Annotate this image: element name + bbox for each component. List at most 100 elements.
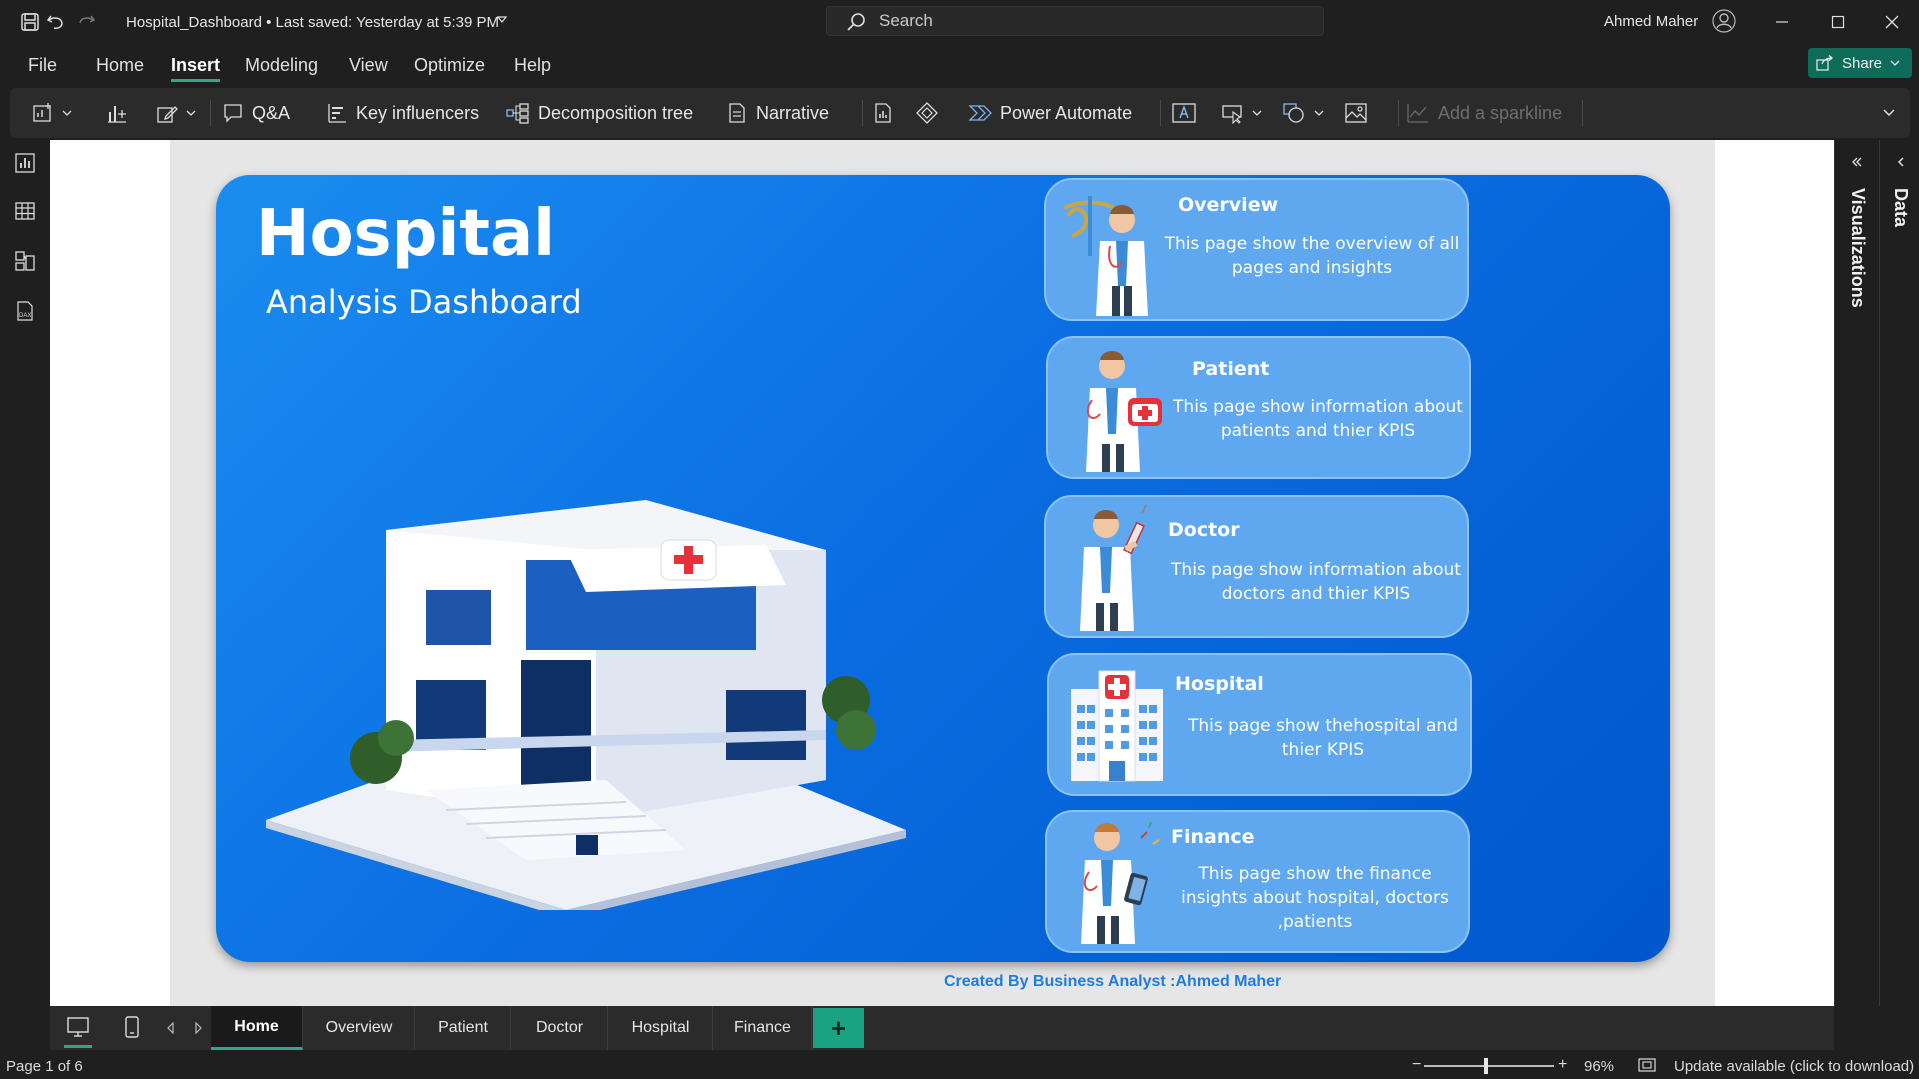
shapes-icon — [1282, 102, 1306, 124]
new-visual-button[interactable] — [32, 98, 72, 128]
model-view-icon[interactable] — [12, 248, 38, 274]
visualizations-pane-tab[interactable]: Visualizations — [1847, 188, 1868, 308]
mobile-layout-icon[interactable] — [124, 1016, 140, 1038]
data-pane-tab[interactable]: Data — [1890, 188, 1911, 227]
image-icon — [1344, 102, 1368, 124]
buttons-button[interactable] — [1222, 98, 1262, 128]
tab-hospital[interactable]: Hospital — [609, 1006, 713, 1050]
add-sparkline-label: Add a sparkline — [1438, 102, 1563, 123]
patient-nav-card[interactable]: Patient This page show information about… — [1046, 336, 1471, 479]
ribbon-divider — [862, 100, 863, 126]
visualizations-collapse-icon[interactable] — [1851, 156, 1863, 168]
sparkline-icon — [1406, 102, 1430, 124]
page-subtitle: Analysis Dashboard — [266, 283, 582, 321]
table-view-icon[interactable] — [12, 198, 38, 224]
zoom-out-icon[interactable]: − — [1412, 1056, 1421, 1074]
doctor-caduceus-icon — [1060, 186, 1168, 317]
share-label: Share — [1842, 54, 1883, 72]
document-title: Hospital_Dashboard • Last saved: Yesterd… — [126, 14, 499, 31]
paginated-report-button[interactable] — [872, 98, 894, 128]
redo-icon[interactable] — [74, 10, 98, 34]
key-influencers-button[interactable]: Key influencers — [326, 98, 479, 128]
data-collapse-icon[interactable] — [1895, 156, 1907, 168]
decomposition-tree-button[interactable]: Decomposition tree — [506, 98, 693, 128]
fit-to-page-icon[interactable] — [1638, 1058, 1656, 1072]
menu-help[interactable]: Help — [514, 53, 551, 78]
credit-text: Created By Business Analyst :Ahmed Maher — [944, 973, 1282, 990]
finance-nav-card[interactable]: Finance This page show the finance insig… — [1045, 810, 1470, 953]
update-available-link[interactable]: Update available (click to download) — [1674, 1058, 1914, 1075]
menu-insert[interactable]: Insert — [171, 53, 221, 82]
zoom-slider-thumb[interactable] — [1484, 1058, 1488, 1074]
status-bar: Page 1 of 6 − + 96% Update available (cl… — [0, 1052, 1919, 1079]
hospital-building-icon — [1063, 661, 1171, 792]
card-title: Overview — [1178, 194, 1279, 216]
card-description: This page show information about doctors… — [1171, 560, 1461, 604]
ribbon-expand-button[interactable] — [1882, 98, 1896, 128]
card-title: Hospital — [1175, 673, 1264, 695]
tab-home[interactable]: Home — [211, 1006, 303, 1050]
menu-view[interactable]: View — [349, 53, 388, 78]
tab-patient[interactable]: Patient — [416, 1006, 511, 1050]
page-title: Hospital — [256, 197, 556, 271]
hospital-nav-card[interactable]: Hospital This page show thehospital and … — [1047, 653, 1472, 796]
title-dropdown-icon[interactable] — [496, 14, 508, 26]
doctor-nav-card[interactable]: Doctor This page show information about … — [1044, 495, 1469, 638]
card-description: This page show thehospital and thier KPI… — [1188, 716, 1458, 760]
menu-home[interactable]: Home — [96, 53, 144, 78]
image-button[interactable] — [1344, 98, 1368, 128]
key-influencers-label: Key influencers — [356, 102, 480, 123]
power-automate-button[interactable]: Power Automate — [968, 98, 1132, 128]
card-title: Patient — [1192, 358, 1270, 380]
zoom-level[interactable]: 96% — [1584, 1058, 1614, 1075]
ribbon-divider — [1398, 100, 1399, 126]
hospital-building-illustration — [266, 490, 906, 910]
add-sparkline-button[interactable]: Add a sparkline — [1406, 98, 1562, 128]
search-input[interactable] — [879, 11, 1299, 31]
previous-page-icon[interactable] — [167, 1022, 175, 1034]
minimize-button[interactable] — [1759, 6, 1805, 38]
desktop-layout-icon[interactable] — [64, 1016, 92, 1048]
tab-doctor[interactable]: Doctor — [512, 1006, 608, 1050]
key-influencers-icon — [326, 102, 348, 124]
menu-optimize[interactable]: Optimize — [414, 53, 485, 78]
qa-button[interactable]: Q&A — [222, 98, 290, 128]
power-automate-label: Power Automate — [1000, 102, 1133, 123]
narrative-icon — [726, 102, 748, 124]
text-box-button[interactable] — [1172, 98, 1196, 128]
overview-nav-card[interactable]: Overview This page show the overview of … — [1044, 178, 1469, 321]
shapes-button[interactable] — [1282, 98, 1324, 128]
share-button[interactable]: Share — [1808, 48, 1912, 78]
chevron-down-icon — [1314, 109, 1324, 117]
next-page-icon[interactable] — [194, 1022, 202, 1034]
paginated-report-icon — [872, 102, 894, 124]
report-view-icon[interactable] — [12, 150, 38, 176]
zoom-in-icon[interactable]: + — [1558, 1056, 1567, 1074]
qa-label: Q&A — [252, 102, 291, 123]
zoom-slider[interactable] — [1424, 1058, 1554, 1074]
search-box[interactable] — [826, 6, 1324, 36]
edit-visual-button[interactable] — [156, 98, 196, 128]
menu-modeling[interactable]: Modeling — [245, 53, 318, 78]
chevron-down-icon — [186, 109, 196, 117]
avatar[interactable] — [1712, 9, 1736, 33]
button-cursor-icon — [1222, 102, 1244, 124]
bar-chart-add-icon — [106, 102, 128, 124]
narrative-button[interactable]: Narrative — [726, 98, 829, 128]
undo-icon[interactable] — [44, 10, 68, 34]
menu-file[interactable]: File — [28, 53, 57, 78]
maximize-button[interactable] — [1815, 6, 1861, 38]
new-card-button[interactable] — [106, 98, 128, 128]
new-visual-icon — [32, 102, 54, 124]
close-button[interactable] — [1869, 6, 1915, 38]
tab-overview[interactable]: Overview — [304, 1006, 415, 1050]
tab-finance[interactable]: Finance — [714, 1006, 812, 1050]
page-count: Page 1 of 6 — [6, 1058, 83, 1075]
speech-bubble-icon — [222, 102, 244, 124]
add-page-button[interactable]: + — [813, 1008, 864, 1048]
ribbon-toolbar: Q&A Key influencers Decomposition tree N… — [10, 88, 1910, 138]
dax-query-view-icon[interactable]: DAX — [12, 298, 38, 324]
save-icon[interactable] — [18, 10, 42, 34]
card-description: This page show the finance insights abou… — [1181, 864, 1449, 932]
power-apps-button[interactable] — [916, 98, 938, 128]
